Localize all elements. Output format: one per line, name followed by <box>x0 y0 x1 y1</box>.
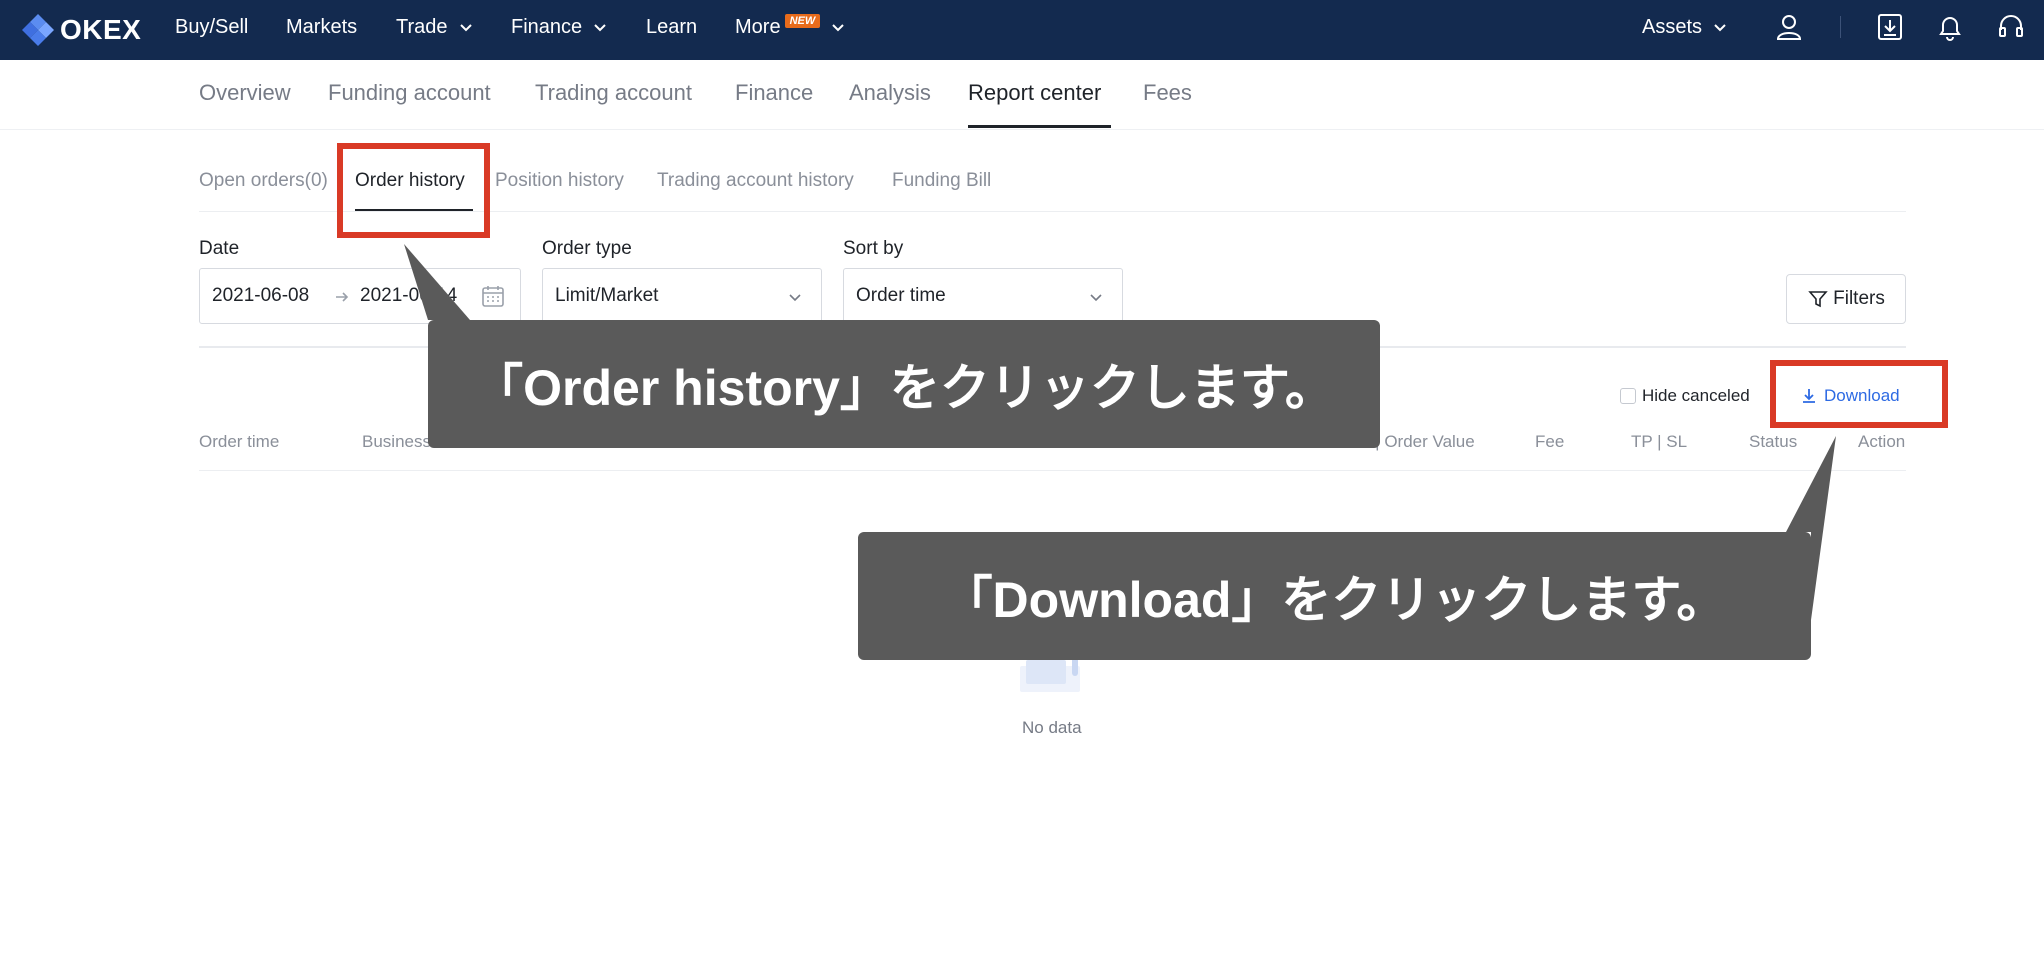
filters-button[interactable]: Filters <box>1786 274 1906 324</box>
nav-finance-label: Finance <box>511 16 583 38</box>
account-subnav: Overview Funding account Trading account… <box>0 60 2044 130</box>
nav-markets-label: Markets <box>286 16 358 38</box>
date-label: Date <box>199 238 240 259</box>
column-header-tp-sl: TP | SL <box>1631 432 1688 451</box>
nav-assets[interactable]: Assets <box>1642 0 1728 54</box>
filters-button-label: Filters <box>1833 288 1885 309</box>
subnav-trading-account[interactable]: Trading account <box>535 80 692 106</box>
tab-trading-account-history[interactable]: Trading account history <box>657 170 854 192</box>
callout-pointers <box>404 244 1836 620</box>
nav-markets[interactable]: Markets <box>286 0 357 54</box>
tab-funding-bill[interactable]: Funding Bill <box>892 170 991 192</box>
subnav-funding-account[interactable]: Funding account <box>328 80 491 106</box>
tab-position-history[interactable]: Position history <box>495 170 624 192</box>
instruction-callout-order-history: 「Order history」をクリックします。 <box>428 320 1380 448</box>
chevron-down-icon <box>1090 294 1102 302</box>
hide-canceled-toggle[interactable]: Hide canceled <box>1620 386 1750 406</box>
subnav-analysis[interactable]: Analysis <box>849 80 931 106</box>
top-navigation-bar: OKEX Buy/Sell Markets Trade Finance Lear… <box>0 0 2044 60</box>
logo-text: OKEX <box>60 14 142 45</box>
subnav-overview[interactable]: Overview <box>199 80 291 106</box>
instruction-callout-download: 「Download」をクリックします。 <box>858 532 1811 660</box>
chevron-down-icon <box>1714 24 1726 32</box>
sort-by-label: Sort by <box>843 238 904 259</box>
nav-buy-sell[interactable]: Buy/Sell <box>175 0 248 54</box>
arrow-right-icon <box>336 292 349 302</box>
nav-learn[interactable]: Learn <box>646 0 697 54</box>
calendar-icon[interactable] <box>480 283 506 309</box>
chevron-down-icon <box>594 24 606 32</box>
chevron-down-icon <box>789 294 801 302</box>
subnav-report-center[interactable]: Report center <box>968 80 1101 106</box>
nav-more[interactable]: More NEW <box>735 0 846 54</box>
nav-assets-label: Assets <box>1642 16 1703 38</box>
nav-finance[interactable]: Finance <box>511 0 608 54</box>
column-header-order-time: Order time <box>199 432 280 451</box>
nav-learn-label: Learn <box>646 16 698 38</box>
date-range-picker[interactable]: 2021-06-08 2021-06-14 <box>199 268 521 324</box>
nav-more-label: More <box>735 16 781 38</box>
nav-divider <box>1840 16 1841 38</box>
sort-by-select[interactable]: Order time <box>843 268 1123 324</box>
order-type-select[interactable]: Limit/Market <box>542 268 822 324</box>
nav-buy-sell-label: Buy/Sell <box>175 16 249 38</box>
table-header-divider <box>199 470 1906 471</box>
column-header-business: Business <box>362 432 431 451</box>
column-header-fee: Fee <box>1535 432 1565 451</box>
tab-open-orders[interactable]: Open orders(0) <box>199 170 328 192</box>
bell-icon[interactable] <box>1935 12 1965 42</box>
highlight-box-order-history <box>337 143 490 238</box>
subnav-fees[interactable]: Fees <box>1143 80 1192 106</box>
user-icon[interactable] <box>1774 12 1804 42</box>
okex-logo-icon <box>22 14 54 46</box>
order-type-label: Order type <box>542 238 632 259</box>
nav-trade-label: Trade <box>396 16 448 38</box>
subnav-finance[interactable]: Finance <box>735 80 813 106</box>
column-header-status: Status <box>1749 432 1798 451</box>
filter-icon <box>1808 291 1828 308</box>
hide-canceled-checkbox[interactable] <box>1620 388 1636 404</box>
subnav-active-indicator <box>968 125 1111 128</box>
download-app-icon[interactable] <box>1875 12 1905 42</box>
headset-icon[interactable] <box>1996 12 2026 42</box>
hide-canceled-label: Hide canceled <box>1642 386 1750 405</box>
date-start-value[interactable]: 2021-06-08 <box>212 285 309 307</box>
order-type-value: Limit/Market <box>555 285 659 306</box>
date-end-value[interactable]: 2021-06-14 <box>360 285 457 307</box>
nav-trade[interactable]: Trade <box>396 0 474 54</box>
highlight-box-download <box>1770 360 1948 428</box>
sort-by-value: Order time <box>856 285 946 306</box>
new-badge: NEW <box>784 14 821 28</box>
chevron-down-icon <box>459 24 472 32</box>
no-data-text: No data <box>1022 718 1082 737</box>
column-header-action: Action <box>1858 432 1906 451</box>
chevron-down-icon <box>832 24 844 32</box>
okex-logo[interactable]: OKEX <box>20 10 141 50</box>
